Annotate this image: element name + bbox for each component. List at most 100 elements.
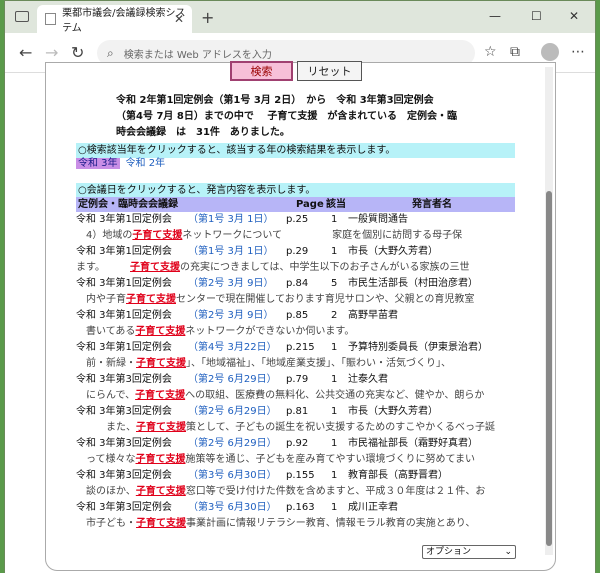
new-tab-icon[interactable]: + [201,8,214,27]
row-page: p.215 [286,342,315,353]
profile-avatar[interactable] [541,43,559,61]
option-select[interactable]: オプション ⌄ [422,545,516,559]
keyword-highlight: 子育て支援 [135,486,186,497]
row-date-link[interactable]: （第2号 6月29日） [188,436,277,452]
tab-actions-icon[interactable] [15,11,29,22]
row-count: 1 [331,246,338,257]
excerpt-suffix: 窓口等で受け付けた件数を含めますと、平成３０年度は２１件、お [185,486,486,497]
search-button[interactable]: 検索 [230,61,293,81]
page-favicon-icon [45,13,57,25]
row-date-link[interactable]: （第4号 3月22日） [188,340,277,356]
table-row: 令和 3年第3回定例会 （第2号 6月29日） p.81 1 市長（大野久芳君） [76,404,536,420]
row-speaker: 一般質問通告 [348,214,408,225]
maximize-icon[interactable]: ☐ [531,9,542,23]
row-count: 5 [331,278,338,289]
minimize-icon[interactable]: — [489,9,501,23]
keyword-highlight: 子育て支援 [135,390,186,401]
row-excerpt: ます。 子育て支援の充実につきましては、中学生以下のお子さんがいる家族の三世 [76,260,536,276]
keyword-highlight: 子育て支援 [135,454,186,465]
excerpt-suffix: センターで現在開催しております育児サロンや、父親との育児教室 [176,294,475,305]
excerpt-prefix: また、 [76,422,136,433]
row-session: 令和 3年第3回定例会 [76,374,172,385]
tab-close-icon[interactable]: ✕ [174,12,184,26]
excerpt-suffix: への取組、医療費の無料化、公共交通の充実など、健やか、朗らか [185,390,485,401]
favorite-star-icon[interactable]: ☆ [484,44,497,60]
row-speaker: 市民生活部長（村田治彦君） [348,278,478,289]
row-date-link[interactable]: （第2号 6月29日） [188,372,277,388]
row-count: 2 [331,310,338,321]
browser-tab[interactable]: 栗都市議会/会議録検索システム ✕ [37,5,192,34]
summary-line-2: （第4号 7月 8日）までの中で 子育て支援 が含まれている 定例会・臨 [116,111,458,122]
row-date-link[interactable]: （第1号 3月 1日） [188,212,273,228]
results-list: 令和 3年第1回定例会 （第1号 3月 1日） p.25 1 一般質問通告 4）地域の子… [76,212,536,532]
date-hint: ○会議日をクリックすると、発言内容を表示します。 [76,183,515,198]
keyword-highlight: 子育て支援 [126,294,176,305]
scrollbar-thumb[interactable] [546,191,552,546]
row-date-link[interactable]: （第1号 3月 1日） [188,244,273,260]
row-date-link[interactable]: （第3号 6月30日） [188,468,277,484]
title-bar: 栗都市議会/会議録検索システム ✕ + — ☐ ✕ [5,1,595,34]
row-excerpt: 談のほか、子育て支援窓口等で受け付けた件数を含めますと、平成３０年度は２１件、お [76,484,536,500]
row-date-link[interactable]: （第2号 3月 9日） [188,308,273,324]
row-excerpt: にらんで、子育て支援への取組、医療費の無料化、公共交通の充実など、健やか、朗らか [76,388,536,404]
excerpt-prefix: って様々な [76,454,136,465]
tab-title: 栗都市議会/会議録検索システム [62,8,186,34]
keyword-highlight: 子育て支援 [130,262,180,273]
window-close-icon[interactable]: ✕ [569,9,579,23]
table-row: 令和 3年第3回定例会 （第3号 6月30日） p.163 1 成川正幸君 [76,500,536,516]
row-count: 1 [331,502,338,513]
row-excerpt: 前・新緑・子育て支援」、「地域福祉」、「地域産業支援」、「賑わい・活気づくり」、 [76,356,536,372]
row-speaker: 市長（大野久芳君） [348,406,438,417]
row-excerpt: また、子育て支援策として、子どもの誕生を祝い支援するためのすこやかくるべっ子誕 [76,420,536,436]
more-menu-icon[interactable]: ⋯ [571,44,585,60]
excerpt-prefix: ます。 [76,262,130,273]
row-page: p.92 [286,438,309,449]
forward-icon[interactable]: → [45,43,58,62]
row-session: 令和 3年第1回定例会 [76,246,172,257]
summary-line-3: 時会会議録 は 31件 ありました。 [116,127,290,138]
table-row: 令和 3年第3回定例会 （第3号 6月30日） p.155 1 教育部長（高野晋君） [76,468,536,484]
browser-window: 栗都市議会/会議録検索システム ✕ + — ☐ ✕ ← → ↻ ⌕ 検索または … [4,0,596,573]
row-speaker: 市長（大野久芳君） [348,246,438,257]
keyword-highlight: 子育て支援 [132,230,183,241]
keyword-highlight: 子育て支援 [136,518,186,529]
row-date-link[interactable]: （第3号 6月30日） [188,500,277,516]
row-date-link[interactable]: （第2号 6月29日） [188,404,277,420]
row-count: 1 [331,470,338,481]
table-row: 令和 3年第1回定例会 （第2号 3月 9日） p.85 2 高野早苗君 [76,308,536,324]
row-count: 1 [331,342,338,353]
row-speaker: 予算特別委員長（伊東景治君） [348,342,488,353]
year-link-r3[interactable]: 令和 3年 [76,158,120,169]
excerpt-suffix: の充実につきましては、中学生以下のお子さんがいる家族の三世 [180,262,470,273]
row-count: 1 [331,406,338,417]
refresh-icon[interactable]: ↻ [71,43,84,62]
row-speaker: 成川正幸君 [348,502,398,513]
excerpt-suffix: ネットワークができないか伺います。 [185,326,355,337]
row-count: 1 [331,438,338,449]
summary-line-1: 令和 2年第1回定例会（第1号 3月 2日） から 令和 3年第3回定例会 [116,95,434,106]
excerpt-prefix: 4）地域の [76,230,133,241]
back-icon[interactable]: ← [19,43,32,62]
row-session: 令和 3年第1回定例会 [76,310,172,321]
excerpt-prefix: にらんで、 [76,390,136,401]
keyword-highlight: 子育て支援 [136,422,186,433]
row-page: p.85 [286,310,309,321]
reset-button[interactable]: リセット [297,61,362,81]
table-row: 令和 3年第1回定例会 （第2号 3月 9日） p.84 5 市民生活部長（村田治彦君） [76,276,536,292]
row-date-link[interactable]: （第2号 3月 9日） [188,276,273,292]
table-row: 令和 3年第3回定例会 （第2号 6月29日） p.79 1 辻泰久君 [76,372,536,388]
scrollbar[interactable] [545,67,553,555]
row-speaker: 市民福祉部長（霜野好真君） [348,438,478,449]
table-header: 定例会・臨時会会議録 Page 該当 発言者名 [76,197,515,212]
row-speaker: 教育部長（高野晋君） [348,470,448,481]
keyword-highlight: 子育て支援 [135,326,186,337]
row-excerpt: 4）地域の子育て支援ネットワークについて 家庭を個別に訪問する母子保 [76,228,536,244]
option-select-value: オプション [426,547,472,557]
row-session: 令和 3年第1回定例会 [76,342,172,353]
row-session: 令和 3年第1回定例会 [76,278,172,289]
row-count: 1 [331,214,338,225]
collections-icon[interactable]: ⧉ [510,44,520,60]
year-link-r2[interactable]: 令和 2年 [126,158,166,169]
excerpt-suffix: 施策等を通じ、子どもを産み育てやすい環境づくりに努めてまい [185,454,476,465]
row-page: p.84 [286,278,309,289]
